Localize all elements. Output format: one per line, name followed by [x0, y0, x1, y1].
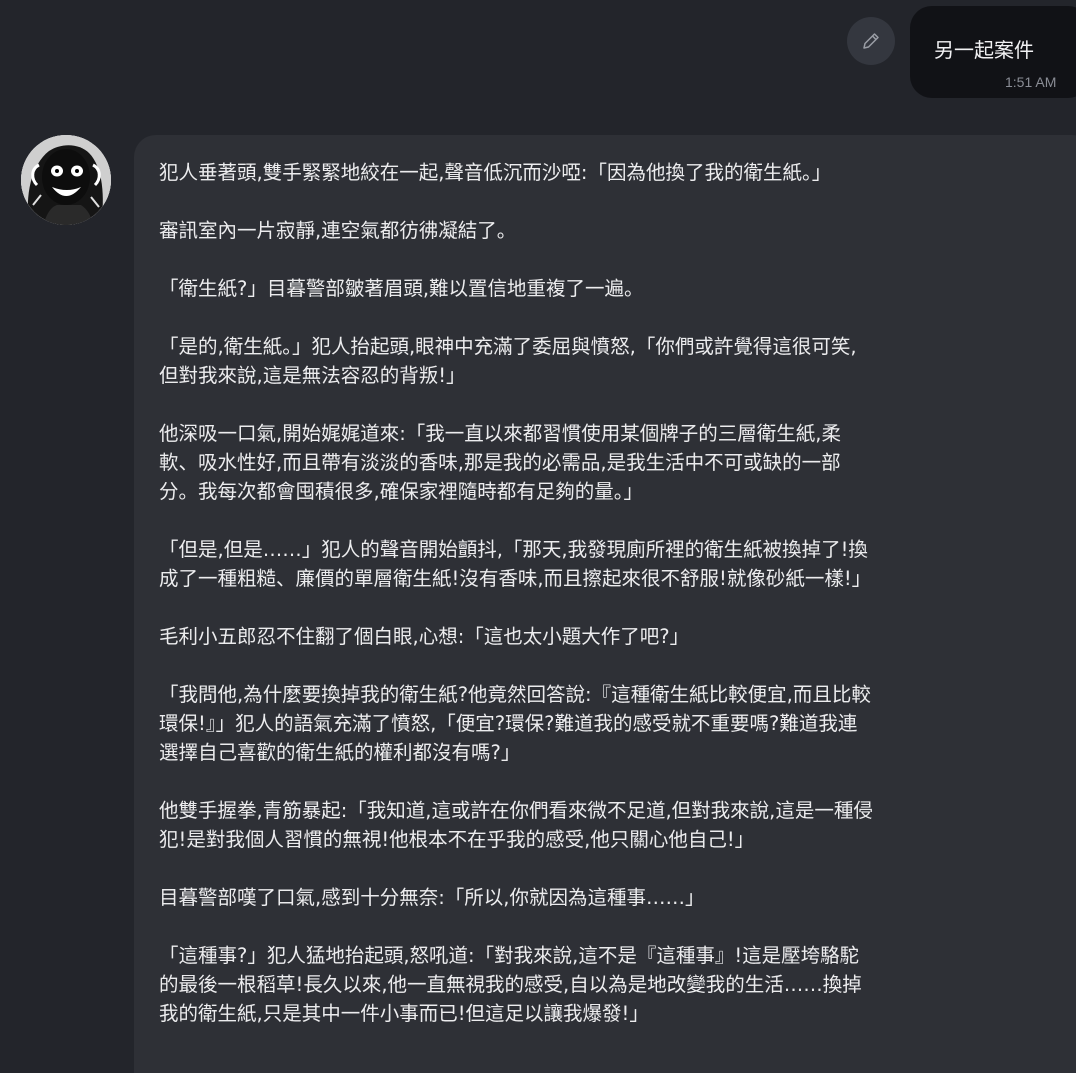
paragraph-line: 「但是,但是……」犯人的聲音開始顫抖,「那天,我發現廁所裡的衛生紙被換掉了!換 [159, 538, 868, 561]
message-paragraph: 「但是,但是……」犯人的聲音開始顫抖,「那天,我發現廁所裡的衛生紙被換掉了!換成… [159, 535, 1064, 593]
message-paragraph: 「這種事?」犯人猛地抬起頭,怒吼道:「對我來說,這不是『這種事』!這是壓垮駱駝的… [159, 941, 1064, 1028]
paragraph-line: 犯!是對我個人習慣的無視!他根本不在乎我的感受,他只關心他自己!」 [159, 828, 755, 851]
paragraph-line: 目暮警部嘆了口氣,感到十分無奈:「所以,你就因為這種事……」 [159, 886, 705, 909]
pencil-icon [863, 33, 879, 49]
message-paragraph: 目暮警部嘆了口氣,感到十分無奈:「所以,你就因為這種事……」 [159, 883, 1064, 912]
message-paragraph: 「衛生紙?」目暮警部皺著眉頭,難以置信地重複了一遍。 [159, 274, 1064, 303]
paragraph-line: 他深吸一口氣,開始娓娓道來:「我一直以來都習慣使用某個牌子的三層衛生紙,柔 [159, 422, 841, 445]
paragraph-line: 選擇自己喜歡的衛生紙的權利都沒有嗎?」 [159, 741, 521, 764]
paragraph-line: 犯人垂著頭,雙手緊緊地絞在一起,聲音低沉而沙啞:「因為他換了我的衛生紙。」 [159, 161, 832, 184]
message-paragraph: 審訊室內一片寂靜,連空氣都彷彿凝結了。 [159, 216, 1064, 245]
message-paragraph: 他深吸一口氣,開始娓娓道來:「我一直以來都習慣使用某個牌子的三層衛生紙,柔 軟、吸… [159, 419, 1064, 506]
message-paragraph: 犯人垂著頭,雙手緊緊地絞在一起,聲音低沉而沙啞:「因為他換了我的衛生紙。」 [159, 158, 1064, 187]
chat-view: 另一起案件 1:51 AM 犯人垂著頭,雙手緊緊地絞在一起,聲音低沉而沙啞:「因… [0, 0, 1076, 1073]
paragraph-line: 「是的,衛生紙。」犯人抬起頭,眼神中充滿了委屈與憤怒,「你們或許覺得這很可笑, [159, 335, 857, 358]
avatar-character-face-icon [21, 135, 111, 225]
paragraph-line: 「我問他,為什麼要換掉我的衛生紙?他竟然回答說:『這種衛生紙比較便宜,而且比較 [159, 683, 871, 706]
paragraph-line: 他雙手握拳,青筋暴起:「我知道,這或許在你們看來微不足道,但對我來說,這是一種侵 [159, 799, 873, 822]
paragraph-line: 環保!』」犯人的語氣充滿了憤怒,「便宜?環保?難道我的感受就不重要嗎?難道我連 [159, 712, 858, 735]
paragraph-line: 「衛生紙?」目暮警部皺著眉頭,難以置信地重複了一遍。 [159, 277, 644, 300]
paragraph-line: 的最後一根稻草!長久以來,他一直無視我的感受,自以為是地改變我的生活……換掉 [159, 973, 862, 996]
paragraph-line: 成了一種粗糙、廉價的單層衛生紙!沒有香味,而且擦起來很不舒服!就像砂紙一樣!」 [159, 567, 872, 590]
paragraph-line: 分。我每次都會囤積很多,確保家裡隨時都有足夠的量。」 [159, 480, 643, 503]
bot-avatar [21, 135, 111, 225]
message-paragraph: 「是的,衛生紙。」犯人抬起頭,眼神中充滿了委屈與憤怒,「你們或許覺得這很可笑, 但… [159, 332, 1064, 390]
message-timestamp: 1:51 AM [1005, 74, 1057, 90]
paragraph-line: 軟、吸水性好,而且帶有淡淡的香味,那是我的必需品,是我生活中不可或缺的一部 [159, 451, 841, 474]
user-message-bubble: 另一起案件 1:51 AM [910, 6, 1076, 98]
message-paragraph: 他雙手握拳,青筋暴起:「我知道,這或許在你們看來微不足道,但對我來說,這是一種侵… [159, 796, 1064, 854]
paragraph-line: 「這種事?」犯人猛地抬起頭,怒吼道:「對我來說,這不是『這種事』!這是壓垮駱駝 [159, 944, 860, 967]
paragraph-line: 但對我來說,這是無法容忍的背叛!」 [159, 364, 466, 387]
message-paragraph: 「我問他,為什麼要換掉我的衛生紙?他竟然回答說:『這種衛生紙比較便宜,而且比較環… [159, 680, 1064, 767]
message-paragraph: 毛利小五郎忍不住翻了個白眼,心想:「這也太小題大作了吧?」 [159, 622, 1064, 651]
bot-message-body: 犯人垂著頭,雙手緊緊地絞在一起,聲音低沉而沙啞:「因為他換了我的衛生紙。」 審訊室… [159, 158, 1064, 1057]
paragraph-line: 我的衛生紙,只是其中一件小事而已!但這足以讓我爆發!」 [159, 1002, 649, 1025]
paragraph-line: 審訊室內一片寂靜,連空氣都彷彿凝結了。 [159, 219, 517, 242]
user-message-text: 另一起案件 [934, 38, 1034, 62]
paragraph-line: 毛利小五郎忍不住翻了個白眼,心想:「這也太小題大作了吧?」 [159, 625, 690, 648]
edit-message-button[interactable] [847, 17, 895, 65]
